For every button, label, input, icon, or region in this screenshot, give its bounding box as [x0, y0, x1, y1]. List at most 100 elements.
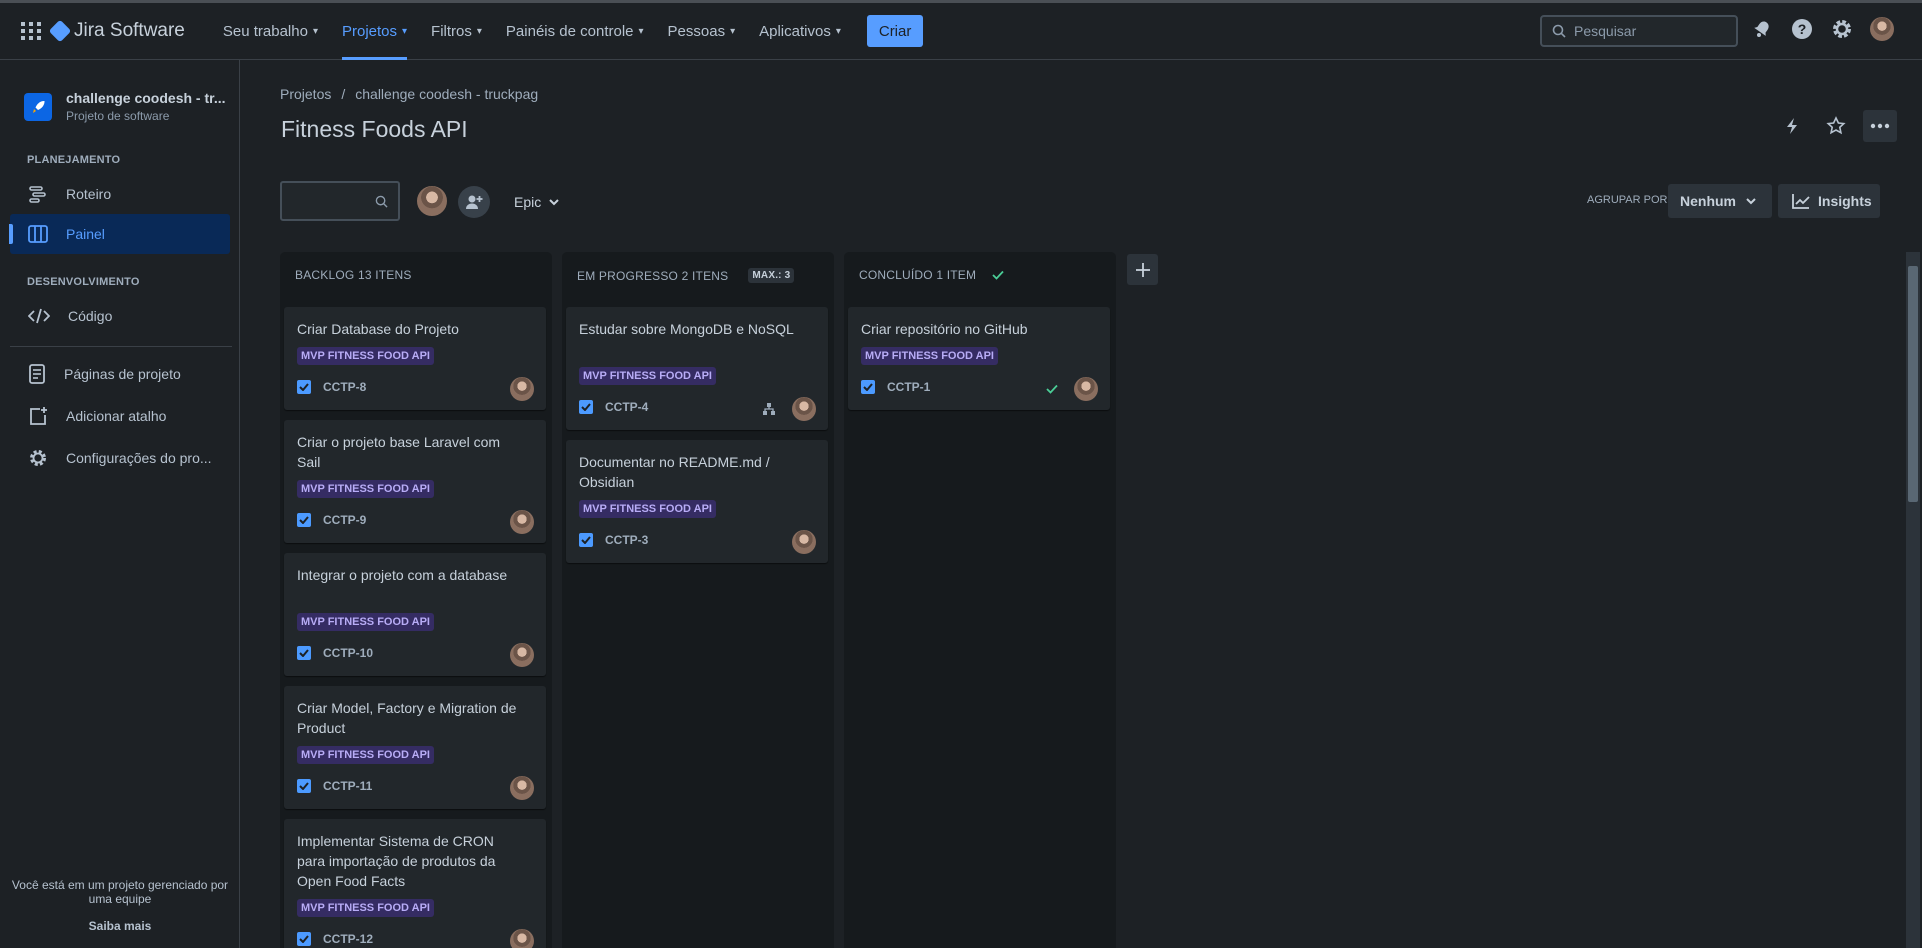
sidebar-item-roadmap[interactable]: Roteiro	[10, 174, 230, 214]
issue-card[interactable]: Integrar o projeto com a database MVP FI…	[284, 553, 546, 676]
card-footer: CCTP-9	[297, 513, 366, 527]
sidebar-divider	[10, 346, 232, 347]
team-managed-note: Você está em um projeto gerenciado por u…	[11, 878, 229, 906]
chevron-down-icon: ▾	[835, 25, 841, 37]
star-icon[interactable]	[1819, 110, 1853, 142]
nav-people[interactable]: Pessoas ▾	[660, 3, 744, 60]
epic-lozenge[interactable]: MVP FITNESS FOOD API	[297, 899, 434, 917]
card-footer: CCTP-4	[579, 400, 648, 414]
nav-label: Pessoas	[667, 22, 726, 40]
sidebar-item-label: Roteiro	[66, 186, 112, 202]
epic-lozenge[interactable]: MVP FITNESS FOOD API	[297, 746, 434, 764]
svg-text:?: ?	[1798, 21, 1807, 37]
more-actions-icon[interactable]	[1863, 110, 1897, 142]
sidebar-item-project-pages[interactable]: Páginas de projeto	[10, 354, 230, 394]
insights-button[interactable]: Insights	[1778, 184, 1880, 218]
create-button[interactable]: Criar	[866, 15, 924, 47]
sidebar-item-board[interactable]: Painel	[9, 214, 230, 254]
issue-key: CCTP-10	[323, 646, 374, 660]
section-planning: PLANEJAMENTO	[27, 154, 121, 166]
project-header[interactable]: challenge coodesh - tr... Projeto de sof…	[24, 90, 225, 123]
assignee-avatar[interactable]	[792, 530, 816, 554]
profile-avatar[interactable]	[1870, 17, 1894, 41]
nav-apps[interactable]: Aplicativos ▾	[751, 3, 849, 60]
epic-filter-dropdown[interactable]: Epic	[504, 186, 569, 218]
board-search-input[interactable]	[290, 193, 370, 209]
epic-lozenge[interactable]: MVP FITNESS FOOD API	[861, 347, 998, 365]
card-title: Implementar Sistema de CRON para importa…	[297, 833, 496, 889]
sidebar-item-code[interactable]: Código	[10, 296, 230, 336]
epic-lozenge[interactable]: MVP FITNESS FOOD API	[297, 613, 434, 631]
card-title: Criar repositório no GitHub	[861, 321, 1028, 337]
assignee-avatar[interactable]	[510, 643, 534, 667]
global-search[interactable]	[1540, 15, 1738, 47]
app-switcher-icon[interactable]	[20, 20, 42, 42]
issue-card[interactable]: Criar Database do Projeto MVP FITNESS FO…	[284, 307, 546, 410]
board-scrollbar[interactable]	[1906, 252, 1920, 948]
chevron-down-icon: ▾	[402, 25, 408, 37]
epic-filter-label: Epic	[514, 194, 542, 210]
done-check-icon	[992, 270, 1004, 280]
nav-projects[interactable]: Projetos ▾	[334, 3, 415, 60]
chevron-down-icon: ▾	[312, 25, 318, 37]
settings-icon[interactable]	[1830, 17, 1854, 41]
nav-filters[interactable]: Filtros ▾	[423, 3, 490, 60]
automation-icon[interactable]	[1775, 110, 1809, 142]
search-input[interactable]	[1574, 23, 1724, 39]
add-column-button[interactable]	[1127, 254, 1158, 285]
issue-card[interactable]: Criar repositório no GitHub MVP FITNESS …	[848, 307, 1110, 410]
assignee-avatar[interactable]	[510, 377, 534, 401]
card-footer: CCTP-10	[297, 646, 373, 660]
nav-dashboards[interactable]: Painéis de controle ▾	[498, 3, 652, 60]
column-title: CONCLUÍDO 1 ITEM	[859, 268, 977, 282]
issue-card[interactable]: Estudar sobre MongoDB e NoSQL MVP FITNES…	[566, 307, 828, 430]
column-backlog: BACKLOG 13 ITENS Criar Database do Proje…	[280, 252, 552, 948]
card-title: Criar Database do Projeto	[297, 321, 459, 337]
assignee-filter-avatar[interactable]	[415, 184, 449, 218]
header-actions	[1775, 110, 1897, 142]
issue-card[interactable]: Implementar Sistema de CRON para importa…	[284, 819, 546, 948]
group-by-select[interactable]: Nenhum	[1668, 184, 1772, 218]
card-footer: CCTP-12	[297, 932, 373, 946]
card-footer: CCTP-1	[861, 380, 930, 394]
epic-lozenge[interactable]: MVP FITNESS FOOD API	[297, 347, 434, 365]
help-icon[interactable]: ?	[1790, 17, 1814, 41]
issue-key: CCTP-9	[323, 513, 367, 527]
assignee-avatar[interactable]	[510, 510, 534, 534]
column-title: EM PROGRESSO 2 ITENS	[577, 268, 729, 283]
issue-card[interactable]: Criar Model, Factory e Migration de Prod…	[284, 686, 546, 809]
assignee-avatar[interactable]	[792, 397, 816, 421]
board-search[interactable]	[280, 181, 400, 221]
assignee-avatar[interactable]	[510, 929, 534, 948]
issue-key: CCTP-4	[605, 400, 649, 414]
child-issues-icon	[763, 403, 775, 415]
sidebar-item-label: Páginas de projeto	[64, 366, 181, 382]
issue-key: CCTP-1	[887, 380, 931, 394]
notifications-icon[interactable]	[1750, 17, 1774, 41]
learn-more-link[interactable]: Saiba mais	[0, 919, 240, 933]
scrollbar-thumb[interactable]	[1908, 266, 1918, 502]
column-header: EM PROGRESSO 2 ITENS MAX.: 3	[577, 268, 795, 283]
assignee-avatar[interactable]	[1074, 377, 1098, 401]
breadcrumb-project[interactable]: challenge coodesh - truckpag	[355, 86, 538, 102]
card-title: Integrar o projeto com a database	[297, 567, 508, 583]
epic-lozenge[interactable]: MVP FITNESS FOOD API	[579, 500, 716, 518]
nav-your-work[interactable]: Seu trabalho ▾	[215, 3, 326, 60]
task-checkbox-icon	[297, 932, 311, 946]
jira-logo[interactable]: Jira Software	[48, 19, 185, 43]
sidebar-item-add-shortcut[interactable]: Adicionar atalho	[10, 396, 230, 436]
add-people-icon[interactable]	[458, 186, 490, 218]
issue-card[interactable]: Criar o projeto base Laravel com Sail MV…	[284, 420, 546, 543]
chevron-down-icon: ▾	[638, 25, 644, 37]
issue-card[interactable]: Documentar no README.md / Obsidian MVP F…	[566, 440, 828, 563]
assignee-avatar[interactable]	[510, 776, 534, 800]
add-shortcut-icon	[30, 407, 47, 425]
epic-lozenge[interactable]: MVP FITNESS FOOD API	[579, 367, 716, 385]
epic-lozenge[interactable]: MVP FITNESS FOOD API	[297, 480, 434, 498]
sidebar-item-project-settings[interactable]: Configurações do pro...	[10, 438, 230, 478]
issue-key: CCTP-8	[323, 380, 367, 394]
task-checkbox-icon	[297, 779, 311, 793]
breadcrumb-projects[interactable]: Projetos	[280, 86, 331, 102]
sidebar-item-label: Adicionar atalho	[66, 408, 167, 424]
top-navigation: Jira Software Seu trabalho ▾ Projetos ▾ Fi…	[0, 0, 1922, 60]
